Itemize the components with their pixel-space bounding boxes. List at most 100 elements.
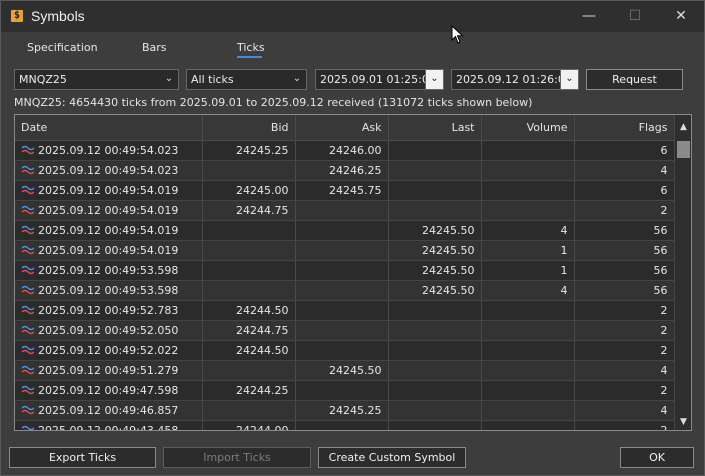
cell-ask bbox=[295, 340, 389, 361]
cell-bid: 24244.25 bbox=[202, 380, 296, 401]
table-row[interactable]: 2025.09.12 00:49:52.783 24244.50 2 bbox=[15, 300, 675, 321]
table-row[interactable]: 2025.09.12 00:49:54.023 24245.25 24246.00 6 bbox=[15, 140, 675, 161]
cell-bid: 24245.00 bbox=[202, 180, 296, 201]
cell-volume bbox=[481, 340, 575, 361]
tick-wave-icon bbox=[21, 325, 35, 334]
cell-volume bbox=[481, 180, 575, 201]
table-row[interactable]: 2025.09.12 00:49:54.019 24245.50 1 56 bbox=[15, 240, 675, 261]
date-from-value: 2025.09.01 01:25:00 bbox=[320, 73, 436, 86]
vertical-scrollbar[interactable]: ▲ ▼ bbox=[674, 115, 691, 430]
tab-bars[interactable]: Bars bbox=[142, 41, 167, 54]
cell-volume bbox=[481, 320, 575, 341]
tick-wave-icon bbox=[21, 345, 35, 354]
table-row[interactable]: 2025.09.12 00:49:54.019 24245.50 4 56 bbox=[15, 220, 675, 241]
cell-volume bbox=[481, 160, 575, 181]
tick-type-select[interactable]: All ticks ⌄ bbox=[186, 69, 307, 90]
cell-ask bbox=[295, 220, 389, 241]
table-row[interactable]: 2025.09.12 00:49:46.857 24245.25 4 bbox=[15, 400, 675, 421]
tick-wave-icon bbox=[21, 285, 35, 294]
scroll-up-icon[interactable]: ▲ bbox=[675, 119, 691, 135]
cell-last bbox=[388, 380, 482, 401]
cell-volume: 1 bbox=[481, 260, 575, 281]
cell-last bbox=[388, 200, 482, 221]
tick-wave-icon bbox=[21, 205, 35, 214]
cell-ask bbox=[295, 260, 389, 281]
cell-bid bbox=[202, 280, 296, 301]
date-to-field[interactable]: 2025.09.12 01:26:00 ⌄ bbox=[451, 69, 579, 90]
cell-bid: 24244.50 bbox=[202, 340, 296, 361]
chevron-down-icon: ⌄ bbox=[164, 73, 174, 84]
table-row[interactable]: 2025.09.12 00:49:54.019 24244.75 2 bbox=[15, 200, 675, 221]
cell-date: 2025.09.12 00:49:52.783 bbox=[15, 300, 203, 321]
column-header-bid[interactable]: Bid bbox=[202, 115, 296, 141]
tab-ticks[interactable]: Ticks bbox=[237, 41, 265, 54]
cell-ask: 24245.75 bbox=[295, 180, 389, 201]
cell-date: 2025.09.12 00:49:54.023 bbox=[15, 160, 203, 181]
table-row[interactable]: 2025.09.12 00:49:43.458 24244.00 2 bbox=[15, 420, 675, 430]
export-ticks-button[interactable]: Export Ticks bbox=[9, 447, 156, 468]
cell-last: 24245.50 bbox=[388, 220, 482, 241]
column-header-volume[interactable]: Volume bbox=[481, 115, 575, 141]
tick-date: 2025.09.12 00:49:54.019 bbox=[38, 203, 179, 217]
table-row[interactable]: 2025.09.12 00:49:53.598 24245.50 1 56 bbox=[15, 260, 675, 281]
calendar-dropdown-icon[interactable]: ⌄ bbox=[425, 70, 443, 89]
tick-date: 2025.09.12 00:49:54.019 bbox=[38, 183, 179, 197]
tick-date: 2025.09.12 00:49:54.023 bbox=[38, 163, 179, 177]
chevron-down-icon: ⌄ bbox=[292, 73, 302, 84]
cell-bid bbox=[202, 400, 296, 421]
cell-bid: 24244.50 bbox=[202, 300, 296, 321]
tick-wave-icon bbox=[21, 185, 35, 194]
cell-last bbox=[388, 420, 482, 430]
ticks-table: Date Bid Ask Last Volume Flags 2025.09.1… bbox=[14, 114, 692, 431]
symbols-dollar-icon: $ bbox=[10, 9, 24, 23]
table-row[interactable]: 2025.09.12 00:49:51.279 24245.50 4 bbox=[15, 360, 675, 381]
column-header-last[interactable]: Last bbox=[388, 115, 482, 141]
table-row[interactable]: 2025.09.12 00:49:54.023 24246.25 4 bbox=[15, 160, 675, 181]
column-header-date[interactable]: Date bbox=[15, 115, 203, 141]
ok-button[interactable]: OK bbox=[620, 447, 694, 468]
symbol-select[interactable]: MNQZ25 ⌄ bbox=[14, 69, 179, 90]
cell-ask bbox=[295, 200, 389, 221]
column-header-ask[interactable]: Ask bbox=[295, 115, 389, 141]
cell-date: 2025.09.12 00:49:43.458 bbox=[15, 420, 203, 430]
status-text: MNQZ25: 4654430 ticks from 2025.09.01 to… bbox=[14, 96, 533, 109]
table-row[interactable]: 2025.09.12 00:49:54.019 24245.00 24245.75 6 bbox=[15, 180, 675, 201]
cell-flags: 56 bbox=[574, 240, 675, 261]
date-from-field[interactable]: 2025.09.01 01:25:00 ⌄ bbox=[315, 69, 444, 90]
cell-flags: 4 bbox=[574, 160, 675, 181]
column-header-flags[interactable]: Flags bbox=[574, 115, 675, 141]
tick-wave-icon bbox=[21, 225, 35, 234]
tab-specification[interactable]: Specification bbox=[27, 41, 98, 54]
create-custom-symbol-button[interactable]: Create Custom Symbol bbox=[318, 447, 466, 468]
cell-flags: 2 bbox=[574, 340, 675, 361]
cell-date: 2025.09.12 00:49:52.050 bbox=[15, 320, 203, 341]
cell-bid: 24244.00 bbox=[202, 420, 296, 430]
cell-flags: 2 bbox=[574, 200, 675, 221]
cell-ask bbox=[295, 300, 389, 321]
tick-date: 2025.09.12 00:49:54.019 bbox=[38, 243, 179, 257]
table-row[interactable]: 2025.09.12 00:49:53.598 24245.50 4 56 bbox=[15, 280, 675, 301]
cell-flags: 4 bbox=[574, 400, 675, 421]
cell-date: 2025.09.12 00:49:47.598 bbox=[15, 380, 203, 401]
close-button[interactable]: ✕ bbox=[658, 1, 704, 32]
import-ticks-button: Import Ticks bbox=[163, 447, 311, 468]
cell-flags: 56 bbox=[574, 260, 675, 281]
scrollbar-thumb[interactable] bbox=[677, 141, 690, 158]
tick-type-value: All ticks bbox=[191, 73, 234, 86]
table-row[interactable]: 2025.09.12 00:49:52.022 24244.50 2 bbox=[15, 340, 675, 361]
table-row[interactable]: 2025.09.12 00:49:47.598 24244.25 2 bbox=[15, 380, 675, 401]
request-button[interactable]: Request bbox=[586, 69, 683, 90]
cell-ask bbox=[295, 280, 389, 301]
table-row[interactable]: 2025.09.12 00:49:52.050 24244.75 2 bbox=[15, 320, 675, 341]
tick-wave-icon bbox=[21, 165, 35, 174]
cell-date: 2025.09.12 00:49:54.019 bbox=[15, 240, 203, 261]
calendar-dropdown-icon[interactable]: ⌄ bbox=[560, 70, 578, 89]
tick-date: 2025.09.12 00:49:54.019 bbox=[38, 223, 179, 237]
cell-flags: 2 bbox=[574, 320, 675, 341]
cell-date: 2025.09.12 00:49:54.019 bbox=[15, 180, 203, 201]
scroll-down-icon[interactable]: ▼ bbox=[675, 414, 691, 430]
minimize-button[interactable]: — bbox=[566, 1, 612, 32]
cell-ask bbox=[295, 240, 389, 261]
table-header: Date Bid Ask Last Volume Flags bbox=[15, 115, 675, 141]
cell-date: 2025.09.12 00:49:54.023 bbox=[15, 140, 203, 161]
